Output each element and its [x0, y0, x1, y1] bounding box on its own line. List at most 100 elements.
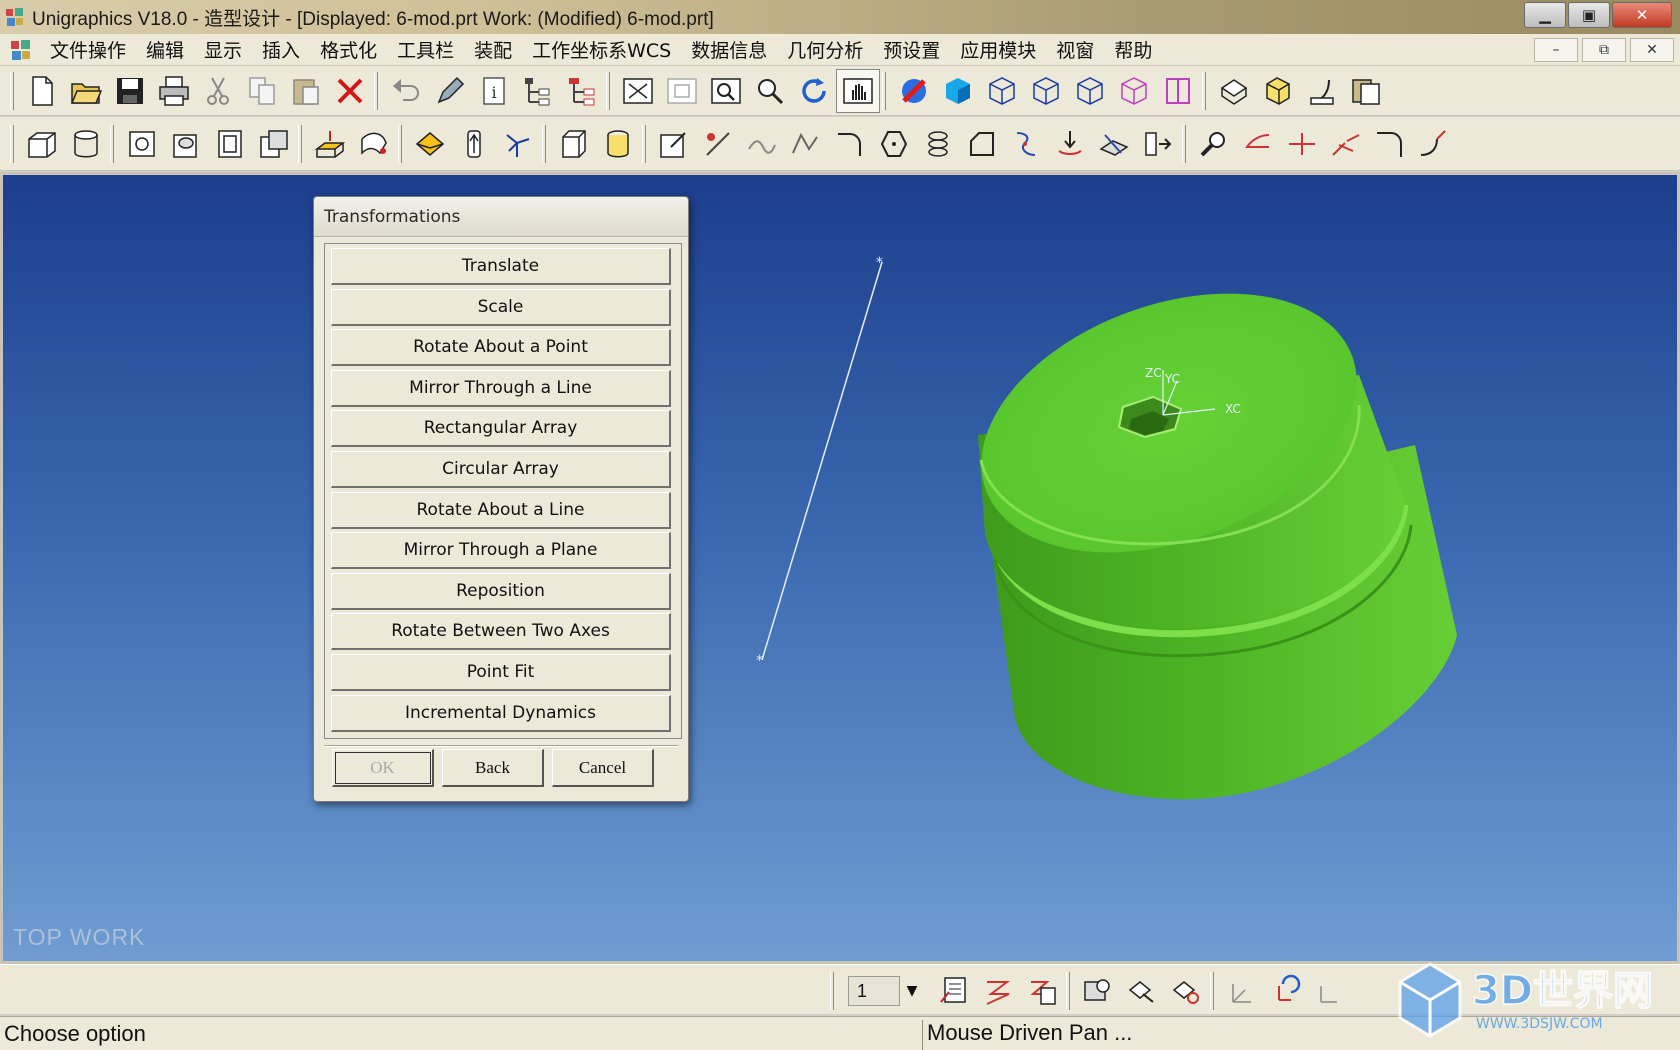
dialog-title[interactable]: Transformations — [314, 197, 688, 237]
open-folder-icon[interactable] — [64, 69, 108, 113]
static-wireframe-icon[interactable] — [1068, 69, 1112, 113]
hole-icon[interactable] — [120, 122, 164, 166]
menu-toolbars[interactable]: 工具栏 — [387, 36, 464, 63]
menu-assemblies[interactable]: 装配 — [464, 36, 522, 63]
menu-edit[interactable]: 编辑 — [136, 36, 194, 63]
circular-array-button[interactable]: Circular Array — [331, 450, 671, 488]
polygon-icon[interactable] — [872, 122, 916, 166]
layout-icon[interactable] — [1344, 69, 1388, 113]
incremental-dynamics-button[interactable]: Incremental Dynamics — [331, 694, 671, 732]
rotate-about-point-button[interactable]: Rotate About a Point — [331, 329, 671, 367]
face-analysis-icon[interactable] — [1112, 69, 1156, 113]
wireframe-icon[interactable] — [980, 69, 1024, 113]
paste-icon[interactable] — [284, 69, 328, 113]
doc-close-button[interactable]: ✕ — [1630, 38, 1674, 62]
graphics-viewport[interactable]: * * ZC YC XC TOP WORK — [0, 172, 1680, 964]
green-part-model[interactable]: ZC YC XC — [945, 245, 1457, 800]
wcs-dynamics-icon[interactable] — [1220, 969, 1264, 1013]
divide-icon[interactable] — [1280, 122, 1324, 166]
close-button[interactable]: ✕ — [1612, 2, 1672, 28]
menu-information[interactable]: 数据信息 — [681, 36, 777, 63]
toolbar-grip[interactable] — [10, 71, 14, 110]
rotate-between-two-axes-button[interactable]: Rotate Between Two Axes — [331, 613, 671, 651]
zoom-region-icon[interactable] — [704, 69, 748, 113]
wcs-origin-icon[interactable] — [1308, 969, 1352, 1013]
shaded-edge-icon[interactable] — [892, 69, 936, 113]
work-layer-value[interactable]: 1 — [848, 976, 900, 1006]
toolbar-grip[interactable] — [830, 972, 834, 1010]
scale-button[interactable]: Scale — [331, 288, 671, 326]
layer-settings-icon[interactable] — [932, 969, 976, 1013]
move-to-layer-icon[interactable] — [976, 969, 1020, 1013]
arc-icon[interactable] — [828, 122, 872, 166]
corner-icon[interactable] — [1368, 122, 1412, 166]
offset-curve-icon[interactable] — [960, 122, 1004, 166]
menu-analysis[interactable]: 几何分析 — [777, 36, 873, 63]
rotate-about-line-button[interactable]: Rotate About a Line — [331, 491, 671, 529]
menu-application[interactable]: 应用模块 — [950, 36, 1046, 63]
line-icon[interactable] — [696, 122, 740, 166]
pocket-icon[interactable] — [208, 122, 252, 166]
cut-icon[interactable] — [196, 69, 240, 113]
document-menu-icon[interactable] — [8, 38, 34, 62]
reference-line[interactable] — [761, 261, 883, 661]
zoom-window-icon[interactable] — [660, 69, 704, 113]
sketch-icon[interactable] — [652, 122, 696, 166]
mirror-through-plane-button[interactable]: Mirror Through a Plane — [331, 532, 671, 570]
project-curve-icon[interactable] — [1048, 122, 1092, 166]
rectangular-array-button[interactable]: Rectangular Array — [331, 410, 671, 448]
zoom-in-icon[interactable] — [748, 69, 792, 113]
menu-wcs[interactable]: 工作坐标系WCS — [522, 36, 681, 63]
reposition-button[interactable]: Reposition — [331, 572, 671, 610]
translate-button[interactable]: Translate — [331, 248, 671, 285]
hidden-line-icon[interactable] — [1024, 69, 1068, 113]
shaded-icon[interactable] — [936, 69, 980, 113]
assembly-tree-icon[interactable] — [516, 69, 560, 113]
polyline-icon[interactable] — [784, 122, 828, 166]
cancel-button[interactable]: Cancel — [552, 749, 654, 787]
feature-block-icon[interactable] — [20, 122, 64, 166]
pad-icon[interactable] — [252, 122, 296, 166]
pan-view-icon[interactable] — [836, 68, 880, 113]
model-scene[interactable]: * * ZC YC XC — [3, 175, 1677, 961]
extrude-icon[interactable] — [308, 122, 352, 166]
trim-icon[interactable] — [1236, 122, 1280, 166]
menu-help[interactable]: 帮助 — [1104, 36, 1162, 63]
back-button[interactable]: Back — [442, 749, 544, 787]
menu-format[interactable]: 格式化 — [310, 36, 387, 63]
menu-file[interactable]: 文件操作 — [40, 36, 136, 63]
section-view-icon[interactable] — [1300, 69, 1344, 113]
minimize-button[interactable]: ▁ — [1524, 2, 1566, 28]
menu-insert[interactable]: 插入 — [252, 36, 310, 63]
doc-restore-button[interactable]: ⧉ — [1582, 38, 1626, 62]
info-icon[interactable]: i — [472, 69, 516, 113]
feature-cylinder-icon[interactable] — [64, 122, 108, 166]
chevron-down-icon[interactable]: ▼ — [900, 976, 924, 1006]
revolve-icon[interactable] — [352, 122, 396, 166]
iso-view-icon[interactable] — [1156, 69, 1200, 113]
copy-to-layer-icon[interactable] — [1020, 969, 1064, 1013]
edit-object-icon[interactable] — [428, 69, 472, 113]
spline-icon[interactable] — [740, 122, 784, 166]
extend-curve-icon[interactable] — [1412, 122, 1456, 166]
menu-view[interactable]: 显示 — [194, 36, 252, 63]
sweep-icon[interactable] — [408, 122, 452, 166]
part-navigator-icon[interactable] — [560, 69, 604, 113]
helix-icon[interactable] — [916, 122, 960, 166]
front-view-icon[interactable] — [1256, 69, 1300, 113]
curve-edit-icon[interactable] — [1192, 122, 1236, 166]
replace-view-icon[interactable] — [1164, 969, 1208, 1013]
menu-preferences[interactable]: 预设置 — [873, 36, 950, 63]
boss-icon[interactable] — [164, 122, 208, 166]
copy-icon[interactable] — [240, 69, 284, 113]
new-file-icon[interactable] — [20, 69, 64, 113]
fillet-curve-icon[interactable] — [1324, 122, 1368, 166]
toolbar-grip[interactable] — [10, 124, 14, 163]
save-icon[interactable] — [108, 69, 152, 113]
orient-view-icon[interactable] — [1120, 969, 1164, 1013]
solid-box-icon[interactable] — [552, 122, 596, 166]
wcs-rotate-icon[interactable] — [1264, 969, 1308, 1013]
maximize-button[interactable]: ▣ — [1568, 2, 1610, 28]
mirror-through-line-button[interactable]: Mirror Through a Line — [331, 369, 671, 407]
print-icon[interactable] — [152, 69, 196, 113]
